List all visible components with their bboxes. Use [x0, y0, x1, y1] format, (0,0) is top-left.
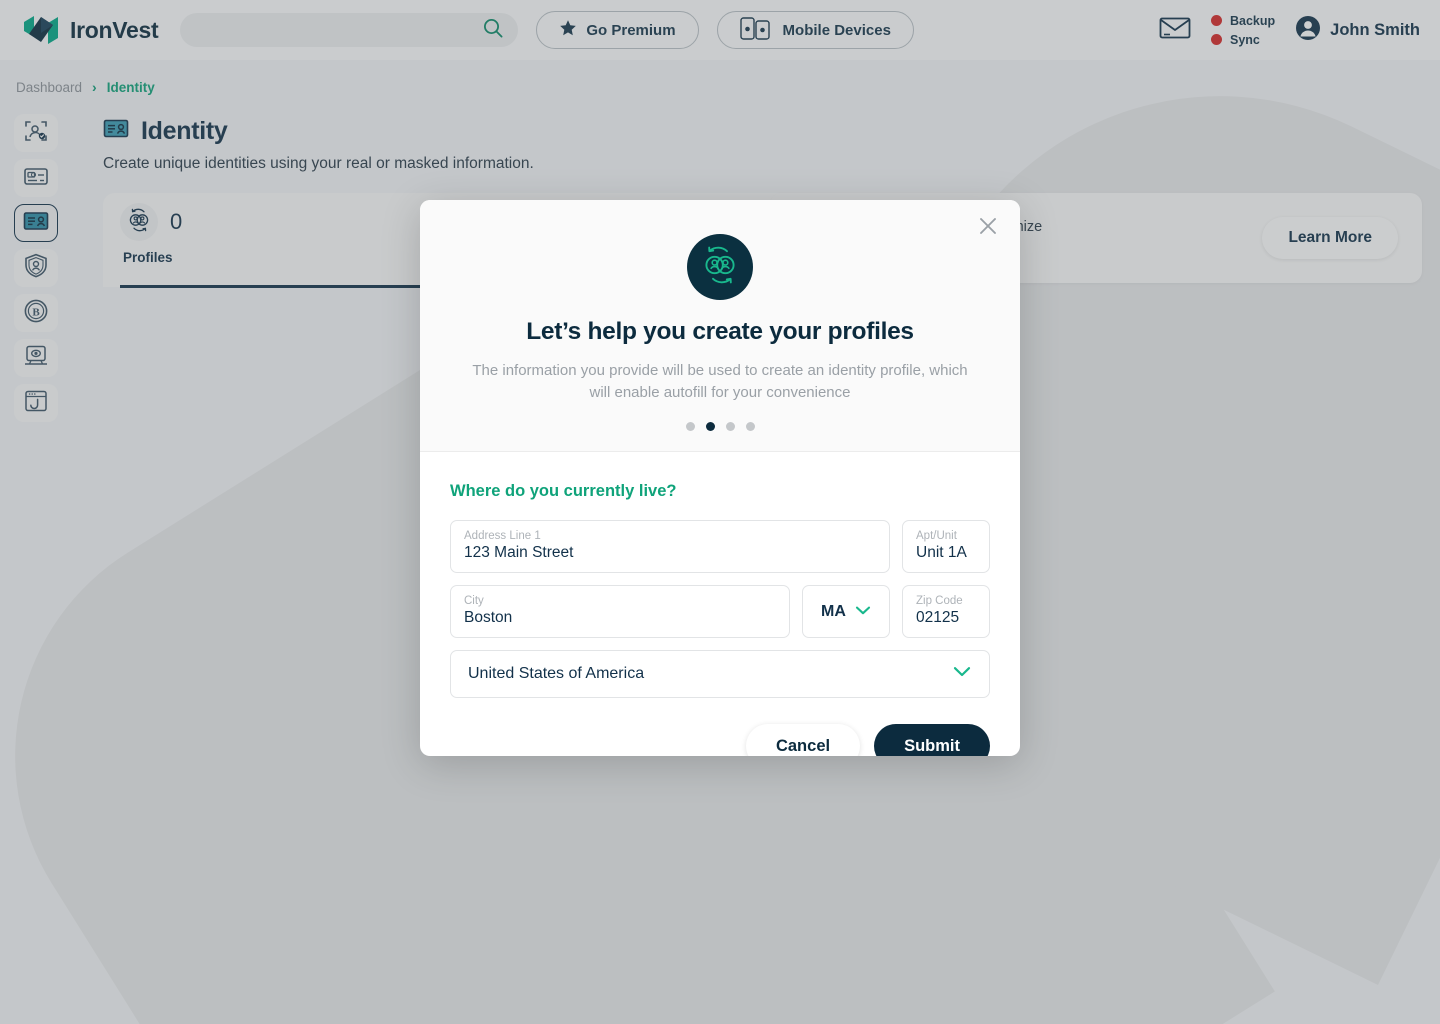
modal-description: The information you provide will be used… [472, 362, 968, 402]
tab-profiles-count: 0 [170, 209, 183, 234]
tab-profiles-head: 0 [120, 203, 182, 241]
chevron-right-icon: › [92, 79, 97, 95]
search-icon[interactable] [482, 17, 504, 44]
city-field[interactable]: City [450, 585, 790, 639]
mail-icon[interactable] [1159, 15, 1191, 46]
zip-code-field[interactable]: Zip Code [902, 585, 990, 639]
step-indicator [460, 422, 980, 432]
submit-button[interactable]: Submit [874, 724, 990, 756]
browser-hook-icon [24, 389, 48, 418]
modal-header: Let’s help you create your profiles The … [420, 200, 1020, 453]
form-row-address: Address Line 1 Apt/Unit [450, 520, 990, 574]
step-dot-1[interactable] [685, 422, 695, 432]
breadcrumb-dashboard[interactable]: Dashboard [16, 80, 82, 95]
monitor-eye-icon [23, 344, 49, 373]
city-input[interactable] [464, 609, 776, 628]
sidebar-navigation: B [14, 114, 58, 422]
sidebar-item-phishing-protection[interactable] [14, 384, 58, 422]
profiles-icon [126, 208, 152, 237]
star-icon [559, 19, 577, 41]
status-sync[interactable]: Sync [1211, 33, 1275, 47]
zip-code-input[interactable] [916, 609, 976, 628]
page-subtitle: Create unique identities using your real… [103, 155, 534, 172]
user-menu[interactable]: John Smith [1295, 15, 1420, 46]
breadcrumb: Dashboard › Identity [16, 79, 155, 95]
modal-actions: Cancel Submit [420, 698, 1020, 756]
profiles-sync-icon [699, 245, 741, 290]
backup-status-label: Backup [1230, 13, 1276, 28]
address-line1-field[interactable]: Address Line 1 [450, 520, 890, 574]
address-line1-input[interactable] [464, 544, 876, 563]
country-select-value: United States of America [468, 665, 645, 683]
country-select[interactable]: United States of America [450, 650, 990, 699]
backup-status-dot [1211, 15, 1222, 26]
sync-status-dot [1211, 34, 1222, 45]
form-legend: Where do you currently live? [450, 482, 677, 501]
identity-scan-icon [24, 119, 48, 148]
go-premium-label: Go Premium [586, 21, 676, 39]
apt-unit-label: Apt/Unit [916, 530, 957, 543]
shield-icon [24, 253, 48, 283]
apt-unit-field[interactable]: Apt/Unit [902, 520, 990, 574]
modal-title: Let’s help you create your profiles [526, 318, 914, 345]
identity-card-icon [23, 210, 49, 237]
cancel-button[interactable]: Cancel [745, 724, 861, 756]
avatar-icon [1295, 15, 1321, 46]
masked-card-icon [23, 164, 49, 193]
close-icon[interactable] [974, 212, 1002, 240]
breadcrumb-identity[interactable]: Identity [107, 80, 155, 95]
modal-body: Where do you currently live? Address Lin… [420, 452, 1020, 699]
state-select[interactable]: MA [802, 585, 890, 639]
step-dot-4[interactable] [745, 422, 755, 432]
step-dot-2[interactable] [705, 422, 715, 432]
user-name: John Smith [1330, 20, 1420, 39]
ironvest-logo-icon [22, 15, 60, 45]
modal-profiles-icon-circle [687, 234, 753, 300]
page-title: Identity [141, 117, 228, 145]
page-title-icon [103, 118, 129, 145]
zip-code-label: Zip Code [916, 595, 963, 608]
svg-text:B: B [32, 306, 40, 318]
step-dot-3[interactable] [725, 422, 735, 432]
city-label: City [464, 595, 484, 608]
profiles-icon-wrap [120, 203, 158, 241]
sidebar-item-identity-profile[interactable] [14, 204, 58, 242]
page-heading: Identity [103, 117, 228, 146]
apt-unit-input[interactable] [916, 544, 976, 563]
sidebar-item-crypto[interactable]: B [14, 294, 58, 332]
chevron-down-icon [855, 603, 871, 621]
brand-name: IronVest [70, 16, 159, 43]
mobile-devices-icon [739, 16, 774, 44]
form-row-city-state-zip: City MA Zip Code [450, 585, 990, 639]
status-backup[interactable]: Backup [1211, 14, 1275, 28]
sidebar-item-identity-scan[interactable] [14, 114, 58, 152]
status-indicators: Backup Sync [1211, 14, 1275, 47]
mobile-devices-button[interactable]: Mobile Devices [716, 11, 914, 49]
sync-status-label: Sync [1230, 32, 1260, 47]
topbar-right-group: Backup Sync John Smith [1159, 14, 1420, 47]
sidebar-item-monitoring[interactable] [14, 339, 58, 377]
chevron-down-icon [952, 665, 972, 683]
mobile-devices-label: Mobile Devices [782, 21, 891, 39]
bitcoin-icon: B [24, 299, 48, 328]
state-select-value: MA [821, 602, 846, 620]
create-profile-modal: Let’s help you create your profiles The … [420, 200, 1020, 756]
go-premium-button[interactable]: Go Premium [536, 11, 699, 49]
search-input[interactable] [194, 22, 483, 38]
address-line1-label: Address Line 1 [464, 530, 541, 543]
brand-logo[interactable]: IronVest [22, 15, 159, 45]
tab-profiles-label: Profiles [123, 250, 173, 265]
top-navigation-bar: IronVest Go Premium Mobile Devices Backu… [0, 0, 1440, 60]
sidebar-item-masked-card[interactable] [14, 159, 58, 197]
search-box[interactable] [180, 13, 519, 47]
learn-more-button[interactable]: Learn More [1262, 217, 1398, 259]
sidebar-item-shield-protection[interactable] [14, 249, 58, 287]
tab-profiles[interactable]: 0 Profiles [120, 203, 182, 265]
